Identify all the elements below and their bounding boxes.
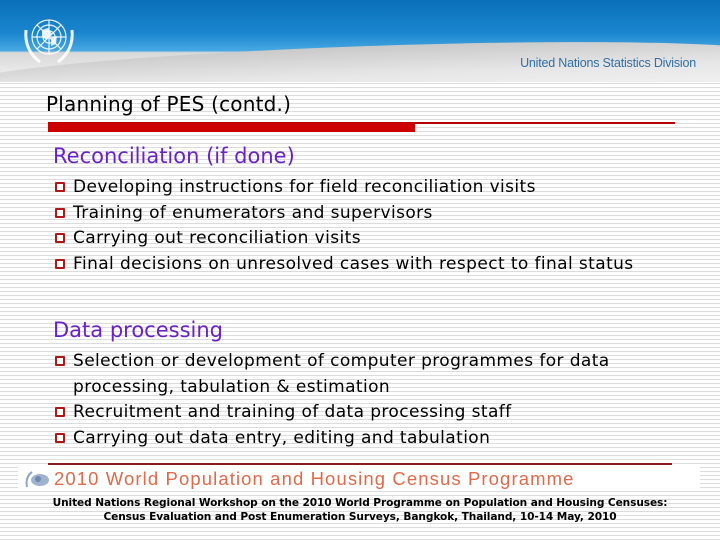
hollow-square-bullet-icon [55,407,65,417]
census-programme-logo-icon [25,471,49,488]
workshop-caption: United Nations Regional Workshop on the … [0,496,720,524]
hollow-square-bullet-icon [55,258,65,269]
hollow-square-bullet-icon [55,356,65,366]
list-item: Recruitment and training of data process… [53,400,653,426]
list-item: Carrying out reconciliation visits [53,226,673,252]
census-programme-banner: 2010 World Population and Housing Census… [18,467,700,491]
hollow-square-bullet-icon [55,182,65,192]
hollow-square-bullet-icon [55,207,65,218]
un-emblem-icon [24,19,74,64]
list-item: Carrying out data entry, editing and tab… [53,426,653,452]
section-heading-reconciliation: Reconciliation (if done) [53,144,295,168]
workshop-line-2: Census Evaluation and Post Enumeration S… [103,511,617,523]
list-item: Final decisions on unresolved cases with… [53,252,673,278]
workshop-line-1: United Nations Regional Workshop on the … [52,497,668,509]
list-item: Developing instructions for field reconc… [53,175,673,201]
organization-name: United Nations Statistics Division [520,56,696,70]
section-heading-data-processing: Data processing [53,318,223,342]
data-processing-list: Selection or development of computer pro… [53,349,653,451]
hollow-square-bullet-icon [55,233,65,243]
list-item: Selection or development of computer pro… [53,349,653,400]
title-underline-bar [48,123,415,132]
footer-divider [48,463,672,465]
reconciliation-list: Developing instructions for field reconc… [53,175,673,277]
hollow-square-bullet-icon [55,432,65,443]
list-item: Training of enumerators and supervisors [53,201,673,227]
slide-header: United Nations Statistics Division [0,0,720,82]
census-programme-title: 2010 World Population and Housing Census… [54,468,575,489]
slide-title: Planning of PES (contd.) [46,92,292,116]
